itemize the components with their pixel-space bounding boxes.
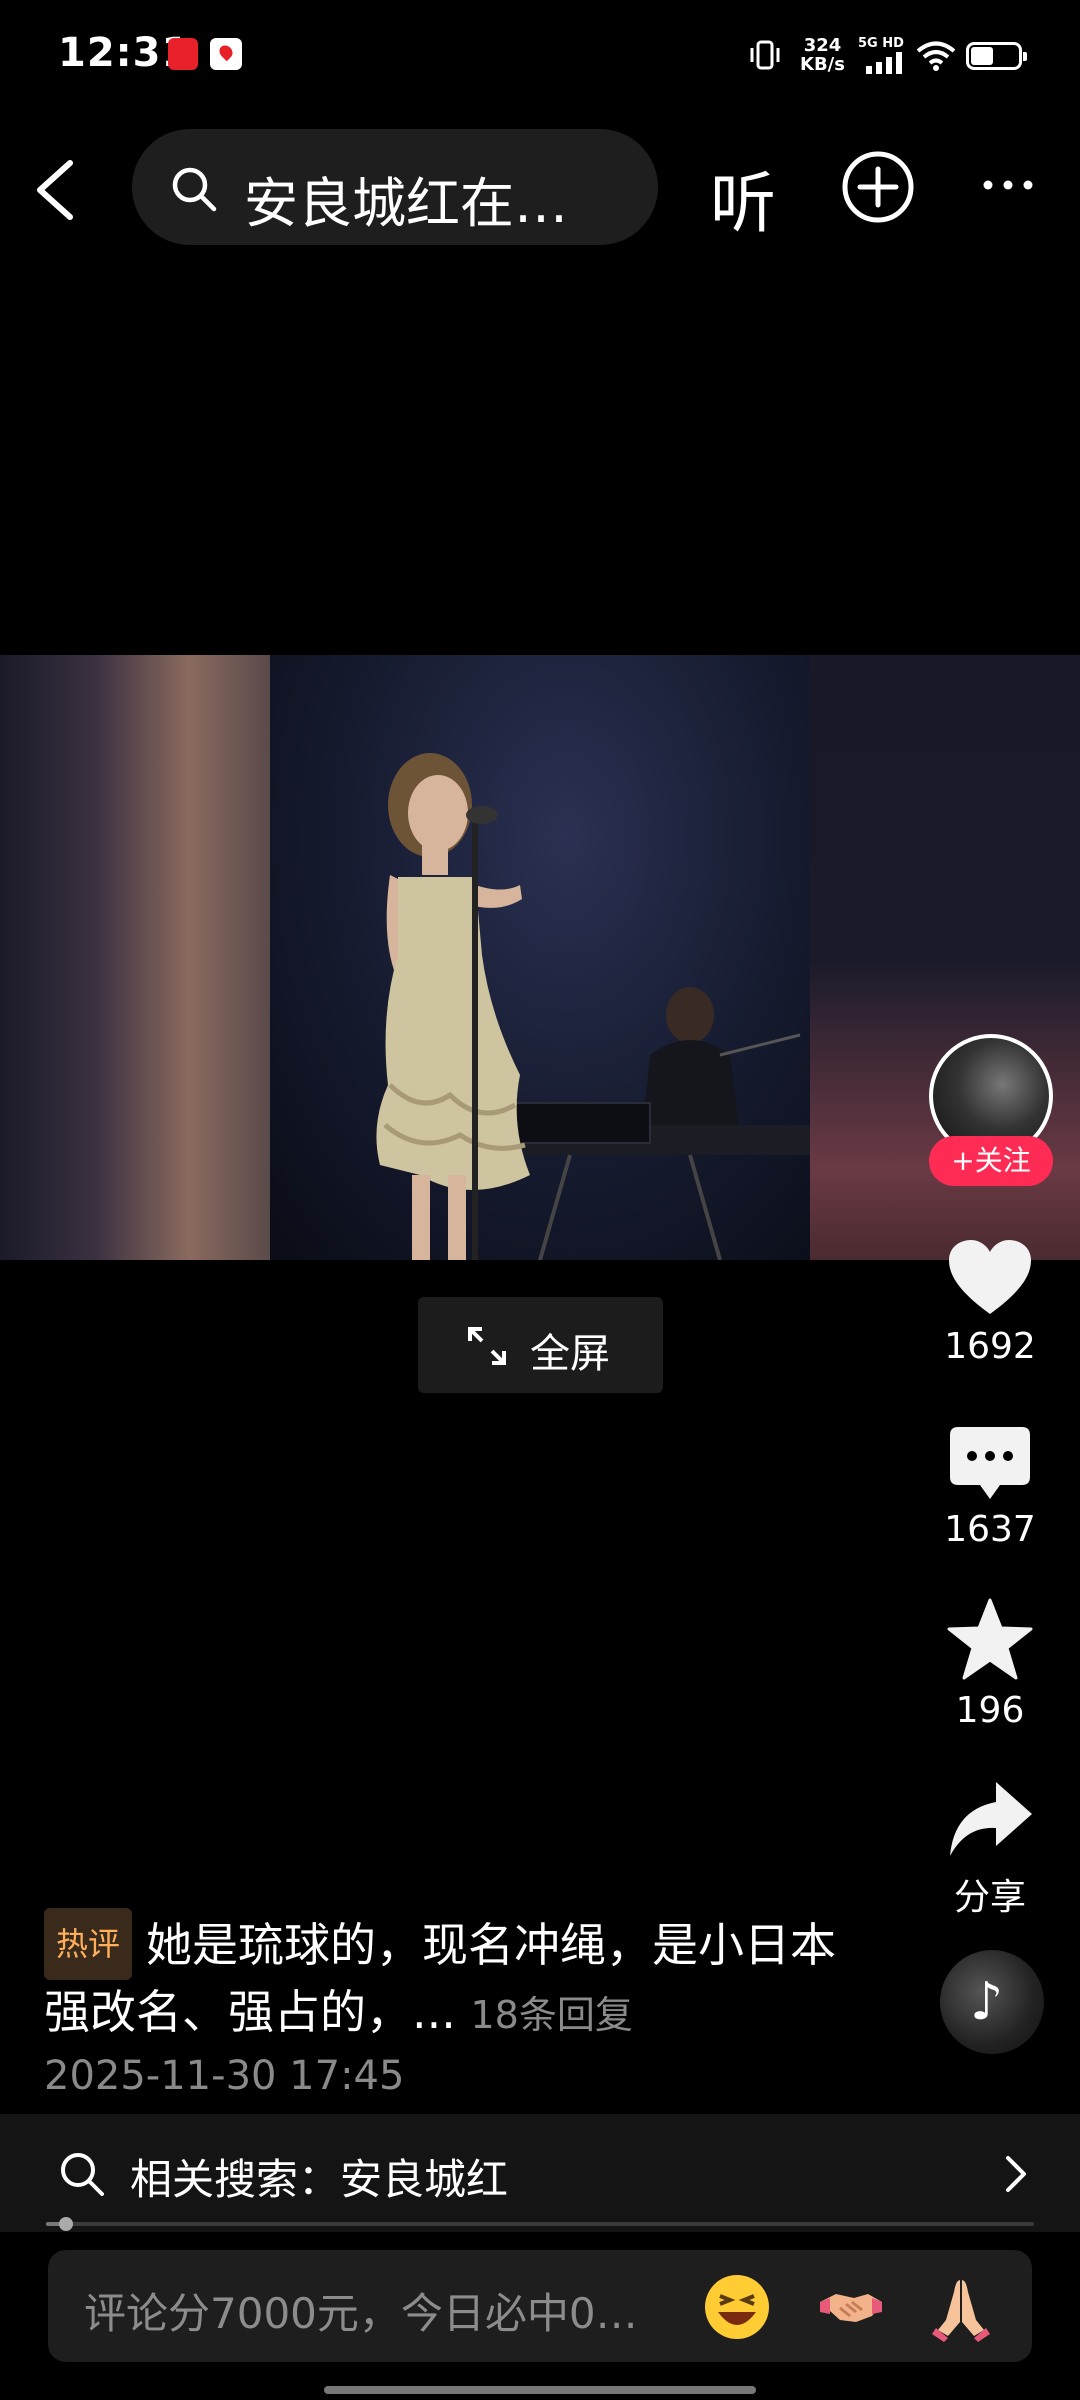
news-app-icon (168, 38, 198, 70)
search-icon (61, 2153, 104, 2196)
hot-comment[interactable]: 热评 她是琉球的，现名冲绳，是小日本强改名、强占的，... 18条回复 2025-… (44, 1908, 844, 2099)
praying-hands-emoji[interactable] (926, 2272, 996, 2342)
network-speed-value: 324 (803, 35, 842, 56)
more-icon[interactable] (978, 165, 1038, 205)
comment-date: 2025-11-30 17:45 (44, 2053, 405, 2099)
comment-icon (950, 1427, 1030, 1499)
handshake-emoji[interactable] (816, 2272, 886, 2342)
search-icon (172, 167, 217, 212)
video-progress-knob[interactable] (58, 2217, 73, 2231)
add-icon[interactable] (840, 149, 916, 225)
back-icon[interactable] (30, 155, 90, 225)
comment-input[interactable]: 评论分7000元，今日必中0… (48, 2250, 1032, 2362)
concert-scene (376, 753, 810, 1260)
heart-icon (949, 1240, 1031, 1314)
expand-icon (468, 1327, 506, 1365)
search-bar[interactable]: 安良城红在… (132, 129, 658, 245)
music-note-icon: ♪ (970, 1972, 1004, 2032)
laughing-emoji[interactable] (702, 2272, 772, 2342)
hot-comment-text: 她是琉球的，现名冲绳，是小日本强改名、强占的，... (44, 1918, 837, 2039)
hot-comment-tag: 热评 (44, 1908, 133, 1980)
share-icon (950, 1782, 1032, 1856)
favorite-button[interactable]: 196 (920, 1598, 1060, 1731)
chevron-right-icon (1006, 2156, 1026, 2192)
like-count: 1692 (944, 1326, 1036, 1367)
related-search-text: 相关搜索：安良城红 (130, 2155, 509, 2204)
follow-button[interactable]: +关注 (929, 1136, 1053, 1186)
fullscreen-label: 全屏 (530, 1331, 610, 1377)
star-icon (947, 1598, 1033, 1680)
home-indicator[interactable] (324, 2386, 756, 2394)
status-bar: 12:31 324 KB/s 5G HD (0, 0, 1080, 110)
fullscreen-button[interactable]: 全屏 (418, 1297, 663, 1393)
comment-placeholder: 评论分7000元，今日必中0… (84, 2289, 638, 2338)
network-speed-unit: KB/s (800, 54, 845, 75)
listen-button[interactable]: 听 (710, 150, 776, 246)
comment-count: 1637 (944, 1509, 1036, 1550)
reply-count[interactable]: 18条回复 (471, 1993, 633, 2037)
top-nav: 安良城红在… 听 (0, 125, 1080, 250)
vibrate-icon (750, 40, 780, 70)
signal-icon (866, 52, 902, 74)
related-search-bar[interactable]: 相关搜索：安良城红 (0, 2114, 1080, 2232)
wifi-icon (916, 41, 956, 71)
video-player[interactable] (0, 655, 1080, 1260)
music-disc[interactable]: ♪ (940, 1950, 1044, 2054)
network-speed: 324 KB/s (800, 36, 845, 74)
map-app-icon (210, 38, 242, 70)
video-progress-bar[interactable] (46, 2217, 1034, 2231)
share-label: 分享 (953, 1877, 1026, 1918)
like-button[interactable]: 1692 (920, 1238, 1060, 1367)
video-blur-left (0, 655, 270, 1260)
favorite-count: 196 (955, 1690, 1025, 1731)
video-frame (270, 655, 810, 1260)
network-type: 5G HD (858, 36, 904, 51)
share-button[interactable]: 分享 (920, 1780, 1060, 1920)
comment-button[interactable]: 1637 (920, 1425, 1060, 1550)
search-query: 安良城红在… (244, 172, 568, 235)
battery-icon (966, 42, 1027, 70)
